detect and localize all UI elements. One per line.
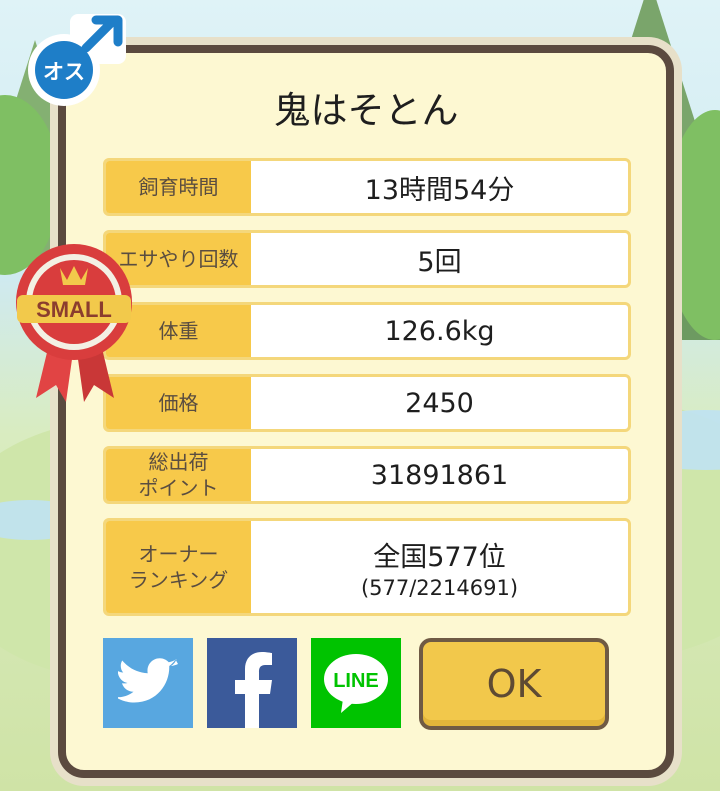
facebook-share-button[interactable] [207, 638, 297, 728]
line-icon: LINE [324, 654, 388, 713]
row-owner-ranking: オーナー ランキング 全国577位 (577/2214691) [103, 518, 631, 616]
label-breeding-time: 飼育時間 [106, 161, 251, 213]
twitter-share-button[interactable] [103, 638, 193, 728]
label-owner-ranking: オーナー ランキング [106, 521, 251, 613]
gender-label: オス [43, 60, 85, 84]
value-text: 5回 [417, 246, 462, 278]
value-text: 31891861 [370, 459, 509, 491]
value-breeding-time: 13時間54分 [251, 161, 628, 213]
label-line: ランキング [128, 568, 229, 592]
ranking-text: 全国577位 [373, 541, 506, 573]
male-gender-badge: オス [26, 12, 129, 110]
row-breeding-time: 飼育時間 13時間54分 [103, 158, 631, 216]
value-price: 2450 [251, 377, 628, 429]
row-shipping-points: 総出荷 ポイント 31891861 [103, 446, 631, 504]
value-owner-ranking: 全国577位 (577/2214691) [251, 521, 628, 613]
label-line: 総出荷 [148, 450, 209, 474]
award-ribbon-icon: SMALL [16, 244, 132, 402]
ok-button[interactable]: OK [419, 638, 609, 730]
pet-info-card: 鬼はそとん 飼育時間 13時間54分 エサやり回数 5回 体重 126.6kg … [58, 45, 674, 778]
male-icon: オス [28, 14, 126, 106]
row-feed-count: エサやり回数 5回 [103, 230, 631, 288]
line-label: LINE [333, 670, 379, 692]
label-line: ポイント [138, 476, 219, 500]
row-price: 価格 2450 [103, 374, 631, 432]
row-weight: 体重 126.6kg [103, 302, 631, 360]
line-share-button[interactable]: LINE [311, 638, 401, 728]
ranking-detail: (577/2214691) [360, 575, 519, 600]
small-rank-ribbon: SMALL [12, 240, 137, 405]
facebook-icon [235, 652, 272, 728]
twitter-icon [118, 658, 178, 703]
rank-label: SMALL [36, 297, 112, 322]
pet-name: 鬼はそとん [273, 89, 459, 132]
label-line: オーナー [138, 542, 219, 566]
value-text: 2450 [405, 387, 474, 419]
value-weight: 126.6kg [251, 305, 628, 357]
value-text: 126.6kg [384, 315, 495, 347]
value-feed-count: 5回 [251, 233, 628, 285]
value-shipping-points: 31891861 [251, 449, 628, 501]
label-shipping-points: 総出荷 ポイント [106, 449, 251, 501]
value-text: 13時間54分 [364, 174, 515, 206]
